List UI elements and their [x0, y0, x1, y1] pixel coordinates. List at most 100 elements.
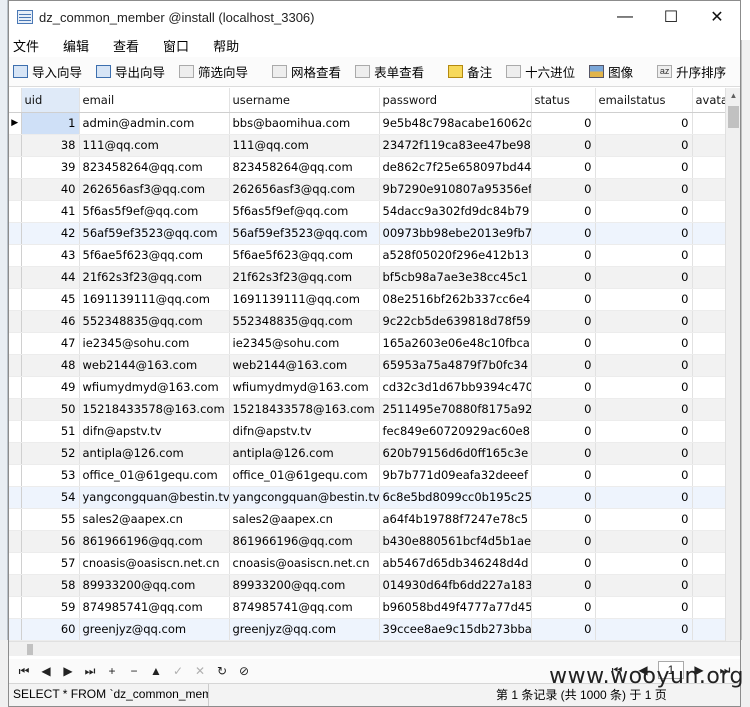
table-row[interactable]: 45 1691139111@qq.com 1691139111@qq.com 08e2…: [9, 288, 730, 311]
table-row[interactable]: 47 ie2345@sohu.com ie2345@sohu.com 165a2603…: [9, 332, 730, 355]
table-row[interactable]: 44 21f62s3f23@qq.com 21f62s3f23@qq.com bf5c…: [9, 266, 730, 289]
cell-avatar[interactable]: [692, 376, 730, 399]
table-row[interactable]: 50 15218433578@163.com 15218433578@163.com…: [9, 398, 730, 421]
cell-username[interactable]: 1691139111@qq.com: [229, 288, 380, 311]
cell-status[interactable]: 0: [531, 288, 596, 311]
cell-avatar[interactable]: [692, 596, 730, 619]
cell-username[interactable]: 5f6as5f9ef@qq.com: [229, 200, 380, 223]
row-indicator[interactable]: [9, 486, 22, 509]
cell-password[interactable]: 54dacc9a302fd9dc84b79: [379, 200, 532, 223]
cell-avatar[interactable]: [692, 464, 730, 487]
row-indicator[interactable]: [9, 552, 22, 575]
cell-password[interactable]: 08e2516bf262b337cc6e4: [379, 288, 532, 311]
cell-emailstatus[interactable]: 0: [595, 200, 693, 223]
cell-avatar[interactable]: [692, 530, 730, 553]
hex-button[interactable]: 十六进位: [506, 62, 575, 81]
cell-username[interactable]: 15218433578@163.com: [229, 398, 380, 421]
cell-uid[interactable]: 40: [21, 178, 80, 201]
cell-emailstatus[interactable]: 0: [595, 486, 693, 509]
row-indicator[interactable]: ▶: [9, 112, 22, 135]
cell-email[interactable]: office_01@61gequ.com: [79, 464, 230, 487]
cell-uid[interactable]: 58: [21, 574, 80, 597]
cell-status[interactable]: 0: [531, 200, 596, 223]
cell-status[interactable]: 0: [531, 442, 596, 465]
cell-status[interactable]: 0: [531, 508, 596, 531]
cell-uid[interactable]: 56: [21, 530, 80, 553]
cell-email[interactable]: 552348835@qq.com: [79, 310, 230, 333]
delete-record-icon[interactable]: −: [123, 664, 145, 678]
column-header-avatar[interactable]: avata: [692, 88, 730, 113]
cell-uid[interactable]: 52: [21, 442, 80, 465]
cell-uid[interactable]: 59: [21, 596, 80, 619]
cell-emailstatus[interactable]: 0: [595, 112, 693, 135]
cell-username[interactable]: 874985741@qq.com: [229, 596, 380, 619]
cell-email[interactable]: 56af59ef3523@qq.com: [79, 222, 230, 245]
first-record-icon[interactable]: ⏮: [13, 664, 35, 679]
discard-changes-icon[interactable]: ✕: [189, 664, 211, 678]
filter-wizard-button[interactable]: 筛选向导: [179, 62, 248, 81]
cell-avatar[interactable]: [692, 156, 730, 179]
menu-window[interactable]: 窗口: [163, 36, 201, 55]
grid-view-button[interactable]: 网格查看: [272, 62, 341, 81]
cell-username[interactable]: wfiumydmyd@163.com: [229, 376, 380, 399]
cell-status[interactable]: 0: [531, 596, 596, 619]
cell-username[interactable]: 262656asf3@qq.com: [229, 178, 380, 201]
next-record-icon[interactable]: ▶: [57, 664, 79, 678]
row-indicator[interactable]: [9, 530, 22, 553]
cell-username[interactable]: ie2345@sohu.com: [229, 332, 380, 355]
cell-email[interactable]: yangcongquan@bestin.tv: [79, 486, 230, 509]
cell-avatar[interactable]: [692, 178, 730, 201]
cell-password[interactable]: 00973bb98ebe2013e9fb7: [379, 222, 532, 245]
cell-uid[interactable]: 53: [21, 464, 80, 487]
cell-uid[interactable]: 57: [21, 552, 80, 575]
cell-username[interactable]: bbs@baomihua.com: [229, 112, 380, 135]
cell-avatar[interactable]: [692, 398, 730, 421]
table-row[interactable]: 52 antipla@126.com antipla@126.com 620b7915…: [9, 442, 730, 465]
cell-email[interactable]: 5f6ae5f623@qq.com: [79, 244, 230, 267]
horizontal-scrollbar[interactable]: [9, 641, 740, 656]
cell-status[interactable]: 0: [531, 420, 596, 443]
cell-avatar[interactable]: [692, 574, 730, 597]
minimize-button[interactable]: —: [602, 1, 648, 33]
cell-status[interactable]: 0: [531, 112, 596, 135]
row-indicator[interactable]: [9, 178, 22, 201]
cell-password[interactable]: 9e5b48c798acabe16062d: [379, 112, 532, 135]
row-indicator[interactable]: [9, 134, 22, 157]
cell-emailstatus[interactable]: 0: [595, 508, 693, 531]
cell-uid[interactable]: 55: [21, 508, 80, 531]
cell-avatar[interactable]: [692, 420, 730, 443]
cell-email[interactable]: 874985741@qq.com: [79, 596, 230, 619]
cell-uid[interactable]: 54: [21, 486, 80, 509]
cell-uid[interactable]: 47: [21, 332, 80, 355]
row-indicator[interactable]: [9, 618, 22, 641]
sort-ascending-button[interactable]: az 升序排序: [657, 62, 726, 81]
column-header-username[interactable]: username: [229, 88, 380, 113]
row-indicator[interactable]: [9, 354, 22, 377]
cell-uid[interactable]: 45: [21, 288, 80, 311]
cell-status[interactable]: 0: [531, 244, 596, 267]
table-row[interactable]: 49 wfiumydmyd@163.com wfiumydmyd@163.com cd…: [9, 376, 730, 399]
cell-status[interactable]: 0: [531, 178, 596, 201]
table-row[interactable]: 41 5f6as5f9ef@qq.com 5f6as5f9ef@qq.com 54da…: [9, 200, 730, 223]
menu-edit[interactable]: 编辑: [63, 36, 101, 55]
cell-email[interactable]: 262656asf3@qq.com: [79, 178, 230, 201]
add-record-icon[interactable]: +: [101, 664, 123, 678]
cell-password[interactable]: 9b7b771d09eafa32deeef: [379, 464, 532, 487]
cell-uid[interactable]: 42: [21, 222, 80, 245]
cell-password[interactable]: cd32c3d1d67bb9394c470: [379, 376, 532, 399]
cell-uid[interactable]: 48: [21, 354, 80, 377]
cell-password[interactable]: ab5467d65db346248d4d: [379, 552, 532, 575]
cell-password[interactable]: 9c22cb5de639818d78f59: [379, 310, 532, 333]
cell-username[interactable]: web2144@163.com: [229, 354, 380, 377]
cell-username[interactable]: 552348835@qq.com: [229, 310, 380, 333]
table-row[interactable]: 58 89933200@qq.com 89933200@qq.com 014930d6…: [9, 574, 730, 597]
cell-password[interactable]: 9b7290e910807a95356ef: [379, 178, 532, 201]
cell-uid[interactable]: 1: [21, 112, 80, 135]
cell-password[interactable]: b96058bd49f4777a77d45: [379, 596, 532, 619]
up-icon[interactable]: ▲: [145, 664, 167, 678]
cell-email[interactable]: antipla@126.com: [79, 442, 230, 465]
cell-password[interactable]: 014930d64fb6dd227a183: [379, 574, 532, 597]
cell-avatar[interactable]: [692, 442, 730, 465]
cell-username[interactable]: sales2@aapex.cn: [229, 508, 380, 531]
row-indicator[interactable]: [9, 156, 22, 179]
